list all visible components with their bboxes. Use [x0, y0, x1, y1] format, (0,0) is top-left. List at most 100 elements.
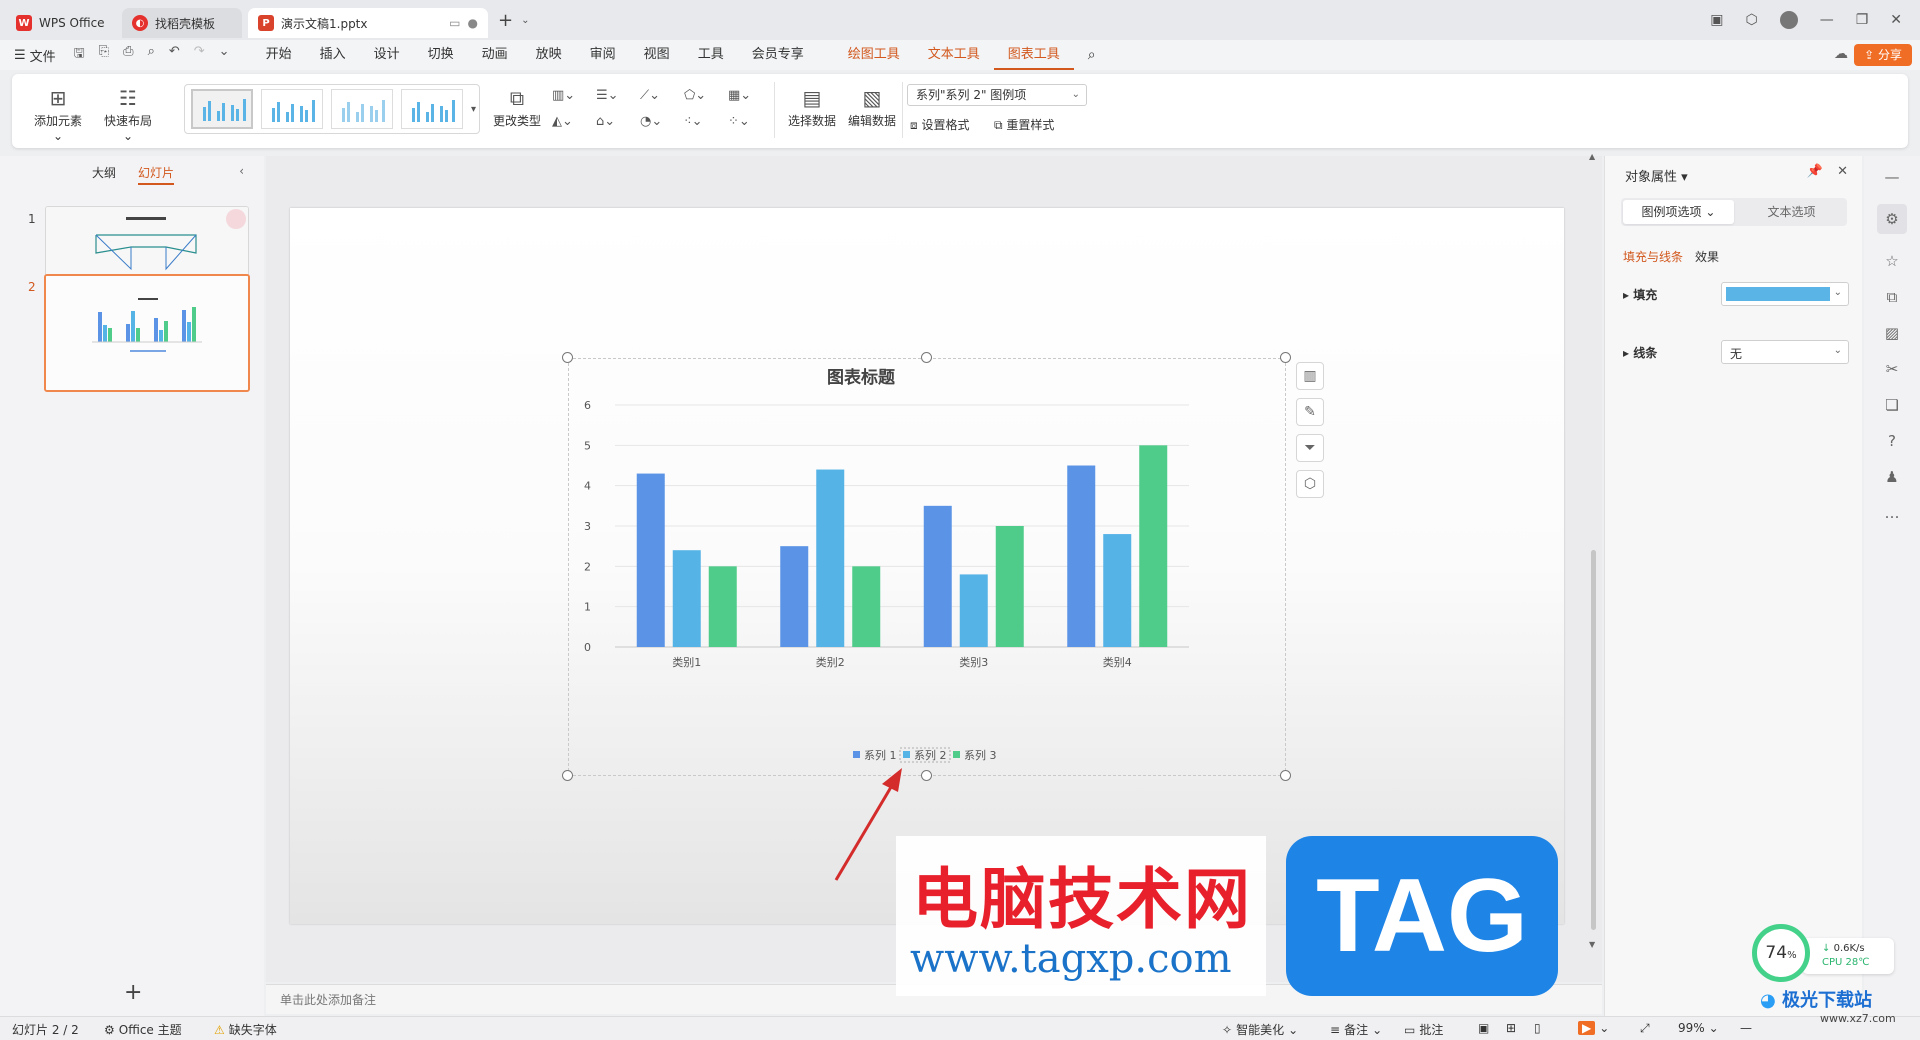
- chart-element-select[interactable]: 系列"系列 2" 图例项 ⌄: [907, 84, 1087, 106]
- pie-chart-icon[interactable]: ◔⌄: [640, 114, 662, 129]
- play-button[interactable]: ▶ ⌄: [1578, 1021, 1609, 1035]
- tab-legend-options[interactable]: 图例项选项 ⌄: [1623, 200, 1734, 224]
- bar-2-1[interactable]: [672, 550, 701, 647]
- reading-view-icon[interactable]: ▯: [1534, 1021, 1541, 1035]
- chart-settings-icon[interactable]: ⬡: [1296, 470, 1324, 498]
- resize-handle-n[interactable]: [921, 352, 932, 363]
- menu-slideshow[interactable]: 放映: [522, 40, 576, 70]
- legend-entry-3[interactable]: 系列 3: [964, 748, 997, 762]
- reset-style-button[interactable]: ⧉ 重置样式: [994, 116, 1054, 133]
- panel-title[interactable]: 对象属性 ▾: [1625, 166, 1688, 185]
- slide-thumbnail-2[interactable]: [44, 274, 250, 392]
- zoom-out-icon[interactable]: —: [1740, 1021, 1752, 1035]
- bar-1-3[interactable]: [923, 505, 952, 647]
- chart-frame[interactable]: 图表标题 0 1 2 3 4 5 6 类别1 类别2 类别3 类别4 系列 1 系列 2 系列 3: [568, 358, 1286, 776]
- scrollbar-thumb[interactable]: [1591, 550, 1596, 930]
- tab-slides[interactable]: 幻灯片: [138, 164, 175, 185]
- bar-3-1[interactable]: [708, 566, 737, 647]
- resize-handle-se[interactable]: [1280, 770, 1291, 781]
- tab-text-options[interactable]: 文本选项: [1736, 198, 1847, 226]
- pin-icon[interactable]: 📌: [1807, 164, 1823, 179]
- line-chart-icon[interactable]: ⟋⌄: [640, 88, 660, 103]
- y-tick-label[interactable]: 2: [584, 560, 591, 573]
- notes-toggle[interactable]: ≡ 备注 ⌄: [1330, 1021, 1382, 1038]
- change-type-button[interactable]: ⧉ 更改类型: [488, 84, 546, 129]
- hamburger-icon[interactable]: ☰: [14, 48, 26, 63]
- redo-icon[interactable]: ↷: [194, 44, 205, 66]
- tab-fill-line[interactable]: 填充与线条: [1623, 248, 1683, 265]
- menu-drawing-tools[interactable]: 绘图工具: [834, 40, 914, 70]
- help-icon[interactable]: ?: [1888, 432, 1896, 450]
- menu-member[interactable]: 会员专享: [738, 40, 818, 70]
- fill-section-toggle[interactable]: ▸ 填充: [1623, 286, 1657, 303]
- quick-layout-button[interactable]: ☷ 快速布局 ⌄: [98, 84, 158, 143]
- search-icon[interactable]: ⌕: [1074, 40, 1110, 70]
- row-chart-icon[interactable]: ☰⌄: [596, 88, 619, 103]
- vertical-scrollbar[interactable]: ▲ ▼: [1588, 152, 1600, 980]
- area-chart-icon[interactable]: ◭⌄: [552, 114, 573, 129]
- menu-home[interactable]: 开始: [252, 40, 306, 70]
- chart-style-brush-icon[interactable]: ✎: [1296, 398, 1324, 426]
- gallery-more-icon[interactable]: ▾: [471, 104, 476, 115]
- add-element-button[interactable]: ⊞ 添加元素 ⌄: [28, 84, 88, 143]
- resize-handle-nw[interactable]: [562, 352, 573, 363]
- legend-swatch-1[interactable]: [853, 751, 860, 758]
- x-tick-label[interactable]: 类别4: [1103, 655, 1132, 669]
- menu-animation[interactable]: 动画: [468, 40, 522, 70]
- scatter-chart-icon[interactable]: ⁖⌄: [684, 114, 703, 129]
- close-icon[interactable]: ✕: [1890, 12, 1902, 28]
- menu-text-tools[interactable]: 文本工具: [914, 40, 994, 70]
- layout-icon[interactable]: ▣: [1710, 12, 1723, 28]
- stock-chart-icon[interactable]: ⌂⌄: [596, 114, 615, 129]
- tab-outline[interactable]: 大纲: [92, 164, 116, 185]
- menu-transition[interactable]: 切换: [414, 40, 468, 70]
- zoom-level[interactable]: 99% ⌄: [1678, 1021, 1719, 1035]
- performance-widget[interactable]: ↓ 0.6K/s CPU 28℃ 74%: [1752, 924, 1900, 982]
- tab-effect[interactable]: 效果: [1695, 248, 1719, 265]
- resize-handle-sw[interactable]: [562, 770, 573, 781]
- theme-button[interactable]: ⚙ Office 主题: [104, 1021, 182, 1038]
- line-dropdown[interactable]: 无 ⌄: [1721, 340, 1849, 364]
- bar-2-3[interactable]: [959, 574, 988, 647]
- radar-chart-icon[interactable]: ⬠⌄: [684, 88, 706, 103]
- bar-1-4[interactable]: [1067, 465, 1096, 648]
- save-icon[interactable]: 🖫: [74, 44, 85, 66]
- print-icon[interactable]: ⎙: [123, 44, 133, 66]
- y-tick-label[interactable]: 1: [584, 601, 591, 614]
- more-chevron-icon[interactable]: ⌄: [219, 44, 230, 66]
- combo-chart-icon[interactable]: ▦⌄: [728, 88, 751, 103]
- bubble-chart-icon[interactable]: ⁘⌄: [728, 114, 750, 129]
- resize-handle-s[interactable]: [921, 770, 932, 781]
- close-panel-icon[interactable]: ✕: [1837, 164, 1848, 179]
- star-icon[interactable]: ☆: [1885, 252, 1898, 270]
- bar-2-4[interactable]: [1103, 534, 1132, 647]
- restore-icon[interactable]: ❐: [1856, 12, 1869, 28]
- minimize-icon[interactable]: —: [1820, 12, 1834, 28]
- more-icon[interactable]: …: [1885, 504, 1900, 522]
- y-tick-label[interactable]: 6: [584, 399, 591, 412]
- bar-3-3[interactable]: [995, 526, 1024, 647]
- chart-title[interactable]: 图表标题: [827, 367, 896, 388]
- legend-swatch-2[interactable]: [903, 751, 910, 758]
- share-button[interactable]: ⇪ 分享: [1854, 44, 1912, 66]
- bar-3-2[interactable]: [852, 566, 881, 647]
- fit-window-icon[interactable]: ⤢: [1640, 1021, 1650, 1036]
- menu-review[interactable]: 审阅: [576, 40, 630, 70]
- new-tab-icon[interactable]: +: [498, 10, 513, 31]
- box-icon[interactable]: ⬡: [1745, 12, 1757, 28]
- bar-chart-icon[interactable]: ▥⌄: [552, 88, 575, 103]
- avatar[interactable]: [1779, 11, 1798, 29]
- scroll-down-icon[interactable]: ▼: [1589, 940, 1595, 949]
- bar-1-1[interactable]: [636, 473, 665, 647]
- missing-font-button[interactable]: ⚠ 缺失字体: [214, 1021, 277, 1038]
- menu-tools[interactable]: 工具: [684, 40, 738, 70]
- unsaved-dot-icon[interactable]: ●: [468, 16, 478, 30]
- file-menu[interactable]: 文件: [30, 46, 56, 65]
- tab-template[interactable]: ◐ 找稻壳模板: [122, 8, 242, 38]
- scroll-up-icon[interactable]: ▲: [1589, 152, 1595, 161]
- bar-chart[interactable]: 图表标题0123456类别1 类别2 类别3 类别4系列 1 系列 2 系列 3: [569, 359, 1285, 775]
- chart-elements-icon[interactable]: ▥: [1296, 362, 1324, 390]
- cloud-icon[interactable]: ☁: [1834, 46, 1848, 62]
- chart-filter-icon[interactable]: ⏷: [1296, 434, 1324, 462]
- print-preview-icon[interactable]: ⌕: [148, 44, 155, 66]
